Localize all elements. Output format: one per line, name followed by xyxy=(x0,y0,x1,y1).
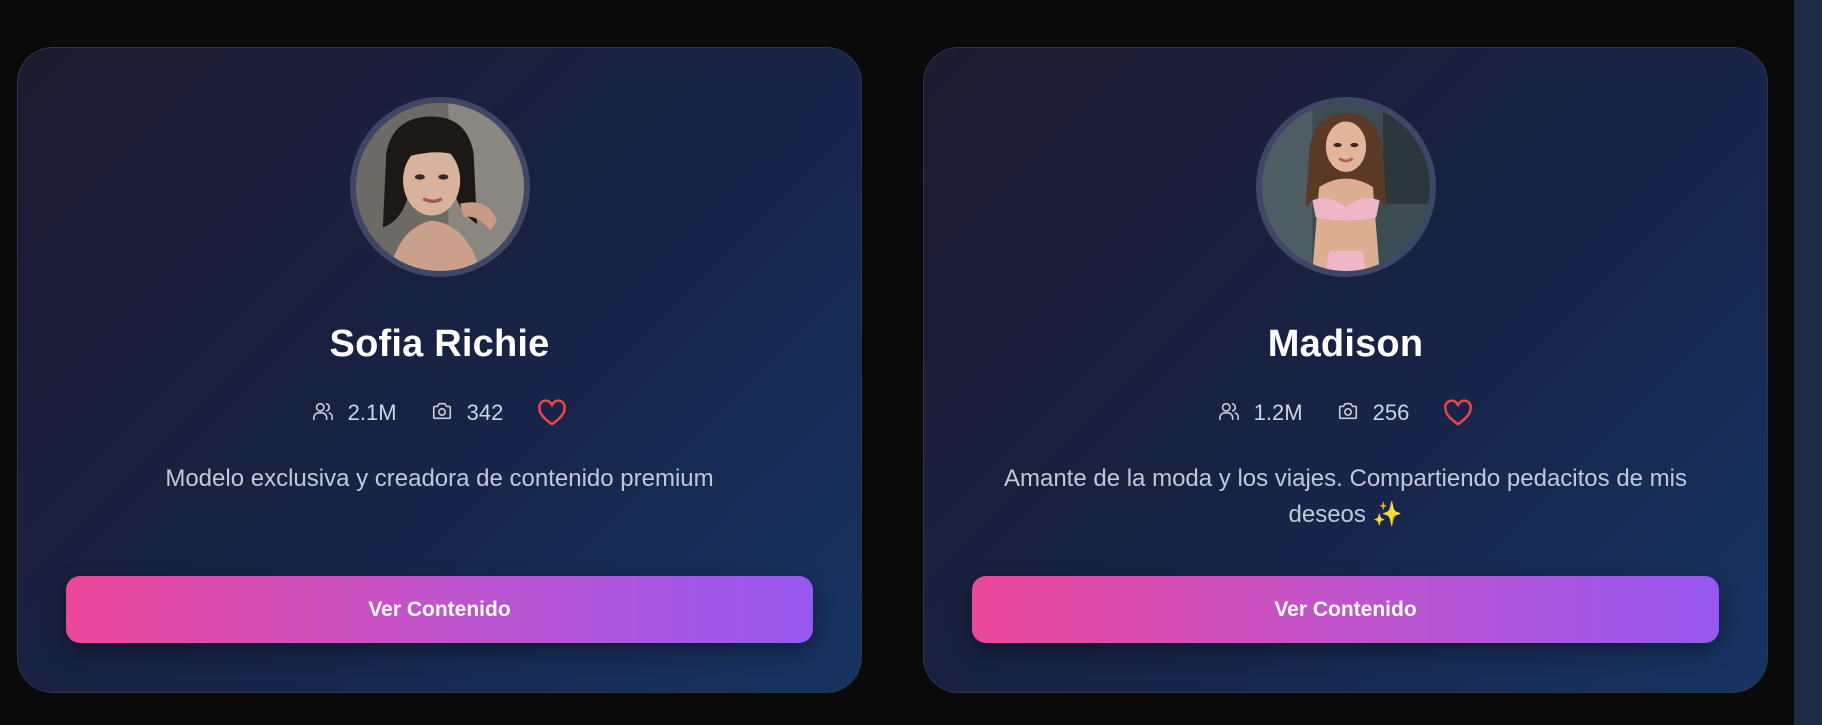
creator-stats: 2.1M 342 xyxy=(312,399,568,427)
favorite-button[interactable] xyxy=(1443,399,1473,427)
followers-count: 2.1M xyxy=(347,400,397,425)
favorite-button[interactable] xyxy=(537,399,567,427)
creator-stats: 1.2M 256 xyxy=(1218,399,1474,427)
posts-count: 256 xyxy=(1372,400,1410,425)
posts-stat: 256 xyxy=(1337,400,1410,426)
camera-icon xyxy=(1337,400,1359,426)
creator-description: Amante de la moda y los viajes. Comparti… xyxy=(1003,465,1687,528)
followers-stat: 1.2M xyxy=(1218,400,1303,426)
posts-count: 342 xyxy=(466,400,504,425)
posts-stat: 342 xyxy=(431,400,504,426)
avatar[interactable] xyxy=(349,97,530,277)
heart-icon xyxy=(1443,399,1473,427)
creator-name: Madison xyxy=(1267,323,1424,365)
camera-icon xyxy=(431,400,453,426)
followers-stat: 2.1M xyxy=(312,400,397,426)
creator-name: Sofia Richie xyxy=(329,323,550,365)
users-icon xyxy=(312,400,334,426)
avatar[interactable] xyxy=(1255,97,1436,277)
creator-card: Sofia Richie 2.1M 342 Modelo exclusiva y… xyxy=(17,47,862,693)
view-content-button[interactable]: Ver Contenido xyxy=(66,576,813,643)
view-content-button[interactable]: Ver Contenido xyxy=(972,576,1719,643)
users-icon xyxy=(1218,400,1240,426)
page: Sofia Richie 2.1M 342 Modelo exclusiva y… xyxy=(0,0,1822,725)
creator-description: Modelo exclusiva y creadora de contenido… xyxy=(165,465,714,492)
scrollbar-track[interactable] xyxy=(1794,0,1822,725)
followers-count: 1.2M xyxy=(1253,400,1303,425)
heart-icon xyxy=(537,399,567,427)
creator-card: Madison 1.2M 256 Amante de la moda y los… xyxy=(923,47,1768,693)
creator-grid: Sofia Richie 2.1M 342 Modelo exclusiva y… xyxy=(17,47,1768,693)
